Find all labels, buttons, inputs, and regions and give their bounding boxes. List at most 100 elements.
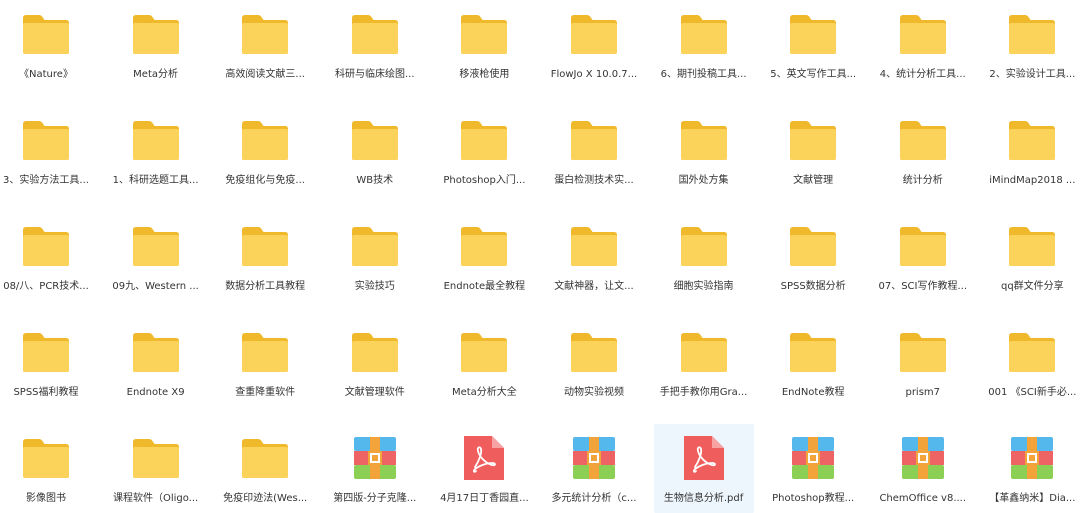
folder-icon	[1007, 224, 1057, 268]
folder-item[interactable]: 5、英文写作工具...	[763, 0, 863, 106]
folder-icon	[459, 12, 509, 56]
folder-item[interactable]: 查重降重软件	[215, 318, 315, 424]
folder-item[interactable]: 07、SCI写作教程...	[873, 212, 973, 318]
folder-icon	[788, 224, 838, 268]
archive-item[interactable]: Photoshop教程...	[763, 424, 863, 513]
folder-item[interactable]: Meta分析大全	[434, 318, 534, 424]
file-name-label: Photoshop教程...	[772, 493, 855, 504]
folder-icon	[569, 330, 619, 374]
archive-file-icon	[350, 436, 400, 480]
archive-file-icon	[898, 436, 948, 480]
file-name-label: SPSS数据分析	[780, 281, 846, 292]
folder-item[interactable]: 09九、Western ...	[106, 212, 206, 318]
file-name-label: 5、英文写作工具...	[770, 69, 857, 80]
archive-item[interactable]: 第四版-分子克隆...	[325, 424, 425, 513]
archive-item[interactable]: 【革鑫纳米】Dia...	[982, 424, 1080, 513]
folder-icon	[21, 436, 71, 480]
folder-item[interactable]: 文献管理软件	[325, 318, 425, 424]
folder-icon	[459, 118, 509, 162]
folder-item[interactable]: 文献神器，让文...	[544, 212, 644, 318]
folder-icon	[898, 118, 948, 162]
folder-item[interactable]: SPSS数据分析	[763, 212, 863, 318]
archive-item[interactable]: 多元统计分析（c...	[544, 424, 644, 513]
folder-item[interactable]: 蛋白检测技术实...	[544, 106, 644, 212]
folder-item[interactable]: SPSS福利教程	[0, 318, 96, 424]
folder-item[interactable]: 细胞实验指南	[654, 212, 754, 318]
folder-item[interactable]: EndNote教程	[763, 318, 863, 424]
folder-item[interactable]: 影像图书	[0, 424, 96, 513]
folder-icon	[788, 118, 838, 162]
file-name-label: 文献神器，让文...	[554, 281, 634, 292]
folder-icon	[788, 330, 838, 374]
file-name-label: FlowJo X 10.0.7...	[550, 69, 638, 80]
file-name-label: 6、期刊投稿工具...	[660, 69, 747, 80]
folder-item[interactable]: WB技术	[325, 106, 425, 212]
folder-icon	[679, 330, 729, 374]
file-name-label: Meta分析	[133, 69, 179, 80]
folder-item[interactable]: Meta分析	[106, 0, 206, 106]
folder-item[interactable]: 6、期刊投稿工具...	[654, 0, 754, 106]
file-name-label: 文献管理软件	[344, 387, 405, 398]
file-name-label: 多元统计分析（c...	[551, 493, 637, 504]
folder-item[interactable]: 文献管理	[763, 106, 863, 212]
file-name-label: 2、实验设计工具...	[989, 69, 1076, 80]
file-name-label: ChemOffice v8....	[879, 493, 967, 504]
file-name-label: prism7	[905, 387, 941, 398]
folder-item[interactable]: 课程软件（Oligo...	[106, 424, 206, 513]
archive-item[interactable]: ChemOffice v8....	[873, 424, 973, 513]
folder-item[interactable]: iMindMap2018 ...	[982, 106, 1080, 212]
folder-item[interactable]: 2、实验设计工具...	[982, 0, 1080, 106]
folder-item[interactable]: 08/八、PCR技术...	[0, 212, 96, 318]
archive-file-icon	[1007, 436, 1057, 480]
folder-item[interactable]: 国外处方集	[654, 106, 754, 212]
file-name-label: 动物实验视频	[563, 387, 624, 398]
folder-item[interactable]: 4、统计分析工具...	[873, 0, 973, 106]
folder-icon	[1007, 118, 1057, 162]
pdf-item[interactable]: 生物信息分析.pdf	[653, 424, 754, 513]
file-name-label: 课程软件（Oligo...	[112, 493, 199, 504]
folder-icon	[679, 224, 729, 268]
folder-icon	[131, 118, 181, 162]
file-name-label: 001 《SCI新手必...	[988, 387, 1077, 398]
folder-item[interactable]: 001 《SCI新手必...	[982, 318, 1080, 424]
folder-icon	[131, 436, 181, 480]
folder-icon	[21, 330, 71, 374]
folder-item[interactable]: 数据分析工具教程	[215, 212, 315, 318]
folder-item[interactable]: Endnote最全教程	[434, 212, 534, 318]
folder-item[interactable]: 科研与临床绘图...	[325, 0, 425, 106]
folder-item[interactable]: Photoshop入门...	[434, 106, 534, 212]
folder-icon	[131, 12, 181, 56]
folder-item[interactable]: 实验技巧	[325, 212, 425, 318]
folder-icon	[350, 118, 400, 162]
folder-item[interactable]: 高效阅读文献三...	[215, 0, 315, 106]
file-name-label: 细胞实验指南	[673, 281, 734, 292]
folder-item[interactable]: qq群文件分享	[982, 212, 1080, 318]
folder-item[interactable]: 1、科研选题工具...	[106, 106, 206, 212]
file-name-label: EndNote教程	[781, 387, 845, 398]
folder-item[interactable]: 免疫组化与免疫...	[215, 106, 315, 212]
folder-item[interactable]: FlowJo X 10.0.7...	[544, 0, 644, 106]
file-name-label: 数据分析工具教程	[225, 281, 306, 292]
folder-item[interactable]: 《Nature》	[0, 0, 96, 106]
folder-icon	[1007, 330, 1057, 374]
folder-item[interactable]: 动物实验视频	[544, 318, 644, 424]
folder-item[interactable]: 免疫印迹法(Wes...	[215, 424, 315, 513]
pdf-item[interactable]: 4月17日丁香园直...	[434, 424, 534, 513]
archive-file-icon	[569, 436, 619, 480]
file-name-label: 影像图书	[26, 493, 66, 504]
file-name-label: 1、科研选题工具...	[112, 175, 199, 186]
folder-icon	[679, 12, 729, 56]
folder-item[interactable]: 统计分析	[873, 106, 973, 212]
folder-item[interactable]: 3、实验方法工具...	[0, 106, 96, 212]
file-name-label: 《Nature》	[19, 69, 73, 80]
folder-item[interactable]: Endnote X9	[106, 318, 206, 424]
folder-item[interactable]: 手把手教你用Gra...	[654, 318, 754, 424]
file-name-label: Meta分析大全	[451, 387, 517, 398]
folder-item[interactable]: prism7	[873, 318, 973, 424]
file-name-label: 手把手教你用Gra...	[659, 387, 748, 398]
folder-icon	[240, 224, 290, 268]
folder-item[interactable]: 移液枪使用	[434, 0, 534, 106]
file-name-label: 【革鑫纳米】Dia...	[989, 493, 1076, 504]
folder-icon	[240, 436, 290, 480]
pdf-file-icon	[679, 436, 729, 480]
